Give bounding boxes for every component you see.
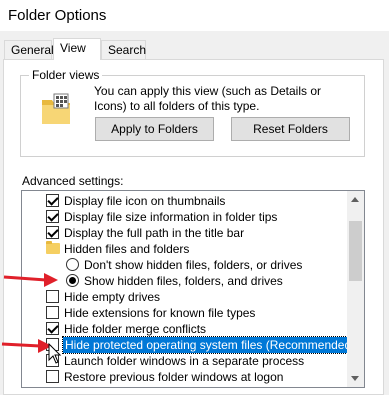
mouse-cursor-icon: [48, 343, 62, 364]
folder-views-icon: [42, 93, 70, 124]
checkbox[interactable]: [46, 322, 59, 335]
list-item[interactable]: Display file size information in folder …: [46, 209, 346, 225]
list-item-label: Display file size information in folder …: [64, 210, 278, 224]
apply-to-folders-button[interactable]: Apply to Folders: [95, 117, 214, 141]
advanced-settings-label: Advanced settings:: [22, 174, 124, 188]
list-item-label: Hide empty drives: [64, 290, 161, 304]
list-item-label: Hidden files and folders: [64, 242, 190, 256]
tab-search-label: Search: [108, 43, 147, 57]
scroll-thumb[interactable]: [349, 221, 362, 281]
list-item[interactable]: Restore previous folder windows at logon: [46, 369, 346, 385]
list-item[interactable]: Show hidden files, folders, and drives: [66, 273, 346, 289]
checkbox[interactable]: [46, 194, 59, 207]
tab-general[interactable]: General: [4, 40, 54, 59]
list-item-label: Display the full path in the title bar: [64, 226, 245, 240]
checkbox[interactable]: [46, 370, 59, 383]
list-item-label: Launch folder windows in a separate proc…: [64, 354, 305, 368]
list-item[interactable]: Hide folder merge conflicts: [46, 321, 346, 337]
list-item-label: Don't show hidden files, folders, or dri…: [84, 258, 303, 272]
checkbox[interactable]: [46, 226, 59, 239]
folder-views-label: Folder views: [29, 68, 103, 82]
tab-view[interactable]: View: [53, 38, 101, 60]
scroll-up-icon[interactable]: [351, 197, 359, 202]
list-item-label: Restore previous folder windows at logon: [64, 370, 284, 384]
list-item[interactable]: Display the full path in the title bar: [46, 225, 346, 241]
window-title: Folder Options: [8, 7, 107, 24]
folder-views-description: You can apply this view (such as Details…: [94, 84, 322, 113]
reset-folders-button[interactable]: Reset Folders: [231, 117, 350, 141]
checkbox[interactable]: [46, 306, 59, 319]
list-item-label: Hide extensions for known file types: [64, 306, 256, 320]
list-item[interactable]: Hide empty drives: [46, 289, 346, 305]
list-item-label: Display file icon on thumbnails: [64, 194, 226, 208]
tab-view-label: View: [60, 41, 86, 55]
list-item-selected[interactable]: Hide protected operating system files (R…: [46, 336, 359, 354]
title-bar: Folder Options: [0, 0, 389, 31]
checkbox[interactable]: [46, 290, 59, 303]
advanced-settings-list[interactable]: Display file icon on thumbnails Display …: [21, 190, 365, 388]
list-item[interactable]: Hide extensions for known file types: [46, 305, 346, 321]
list-item[interactable]: Don't show hidden files, folders, or dri…: [66, 257, 346, 273]
list-item-label: Hide folder merge conflicts: [64, 322, 207, 336]
list-item-label: Show hidden files, folders, and drives: [84, 274, 283, 288]
scroll-down-icon[interactable]: [351, 376, 359, 381]
radio-button[interactable]: [66, 274, 79, 287]
list-item: Hidden files and folders: [46, 241, 346, 257]
annotation-arrow-icon: [3, 273, 58, 287]
folder-icon: [46, 241, 60, 254]
list-item[interactable]: Display file icon on thumbnails: [46, 193, 346, 209]
tab-search[interactable]: Search: [101, 40, 146, 59]
list-item-label: Hide protected operating system files (R…: [61, 336, 359, 354]
vertical-scrollbar[interactable]: [347, 191, 364, 387]
checkbox[interactable]: [46, 210, 59, 223]
radio-button[interactable]: [66, 258, 79, 271]
tab-general-label: General: [11, 43, 54, 57]
list-item[interactable]: Launch folder windows in a separate proc…: [46, 353, 346, 369]
